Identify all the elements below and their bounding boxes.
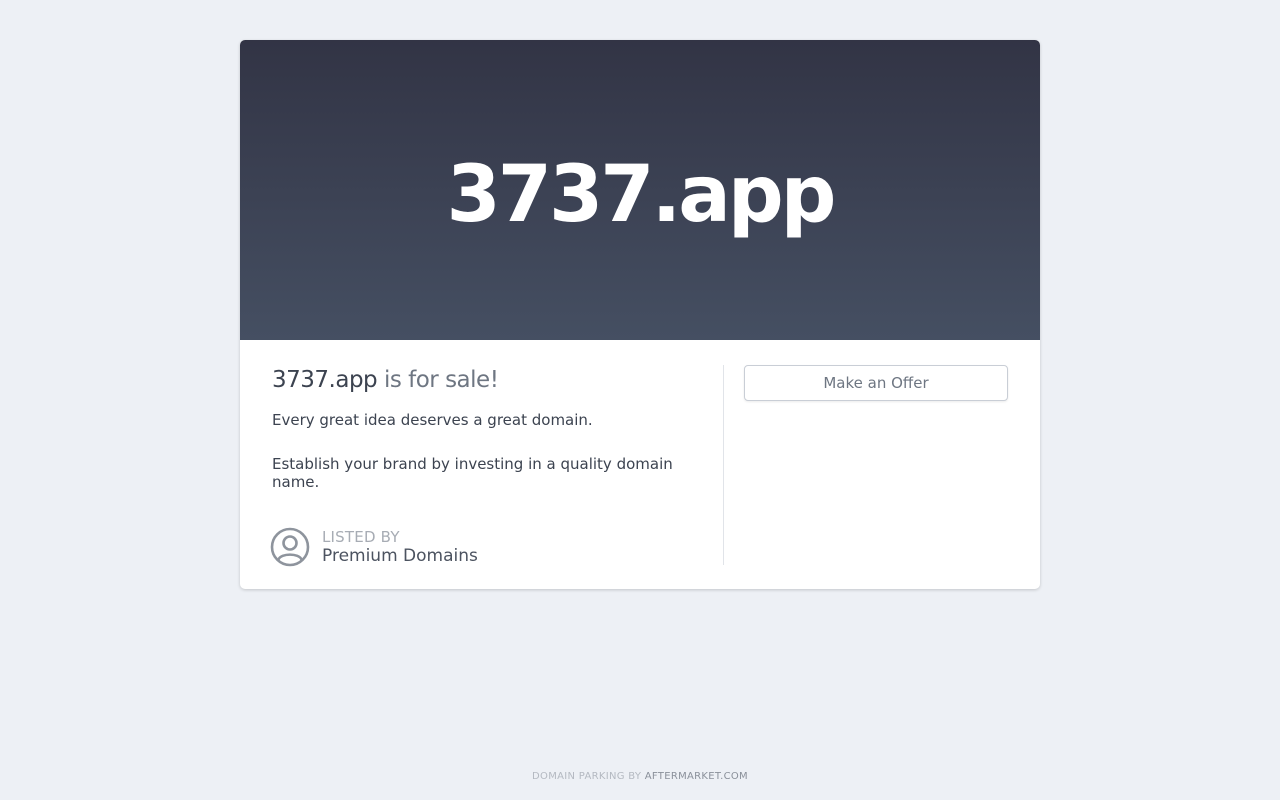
sale-domain: 3737.app [272, 367, 378, 393]
footer-prefix: DOMAIN PARKING BY [532, 771, 645, 782]
card-body: 3737.app is for sale! Every great idea d… [240, 340, 1040, 589]
aftermarket-link[interactable]: AFTERMARKET.COM [645, 771, 748, 782]
user-circle-icon [270, 527, 310, 567]
listed-by-label: LISTED BY [322, 528, 400, 546]
tagline: Every great idea deserves a great domain… [272, 411, 593, 429]
sale-info: 3737.app is for sale! Every great idea d… [272, 365, 722, 491]
domain-card: 3737.app 3737.app is for sale! Every gre… [240, 40, 1040, 589]
seller-name: Premium Domains [322, 546, 478, 566]
offer-panel: Make an Offer [744, 365, 1008, 401]
sale-heading: 3737.app is for sale! [272, 365, 722, 395]
brand-pitch: Establish your brand by investing in a q… [272, 455, 673, 491]
column-divider [723, 365, 724, 565]
listed-by: LISTED BY Premium Domains [270, 527, 478, 567]
hero-domain-title: 3737.app [446, 150, 836, 240]
hero-banner: 3737.app [240, 40, 1040, 340]
listed-by-text: LISTED BY Premium Domains [322, 528, 478, 566]
footer: DOMAIN PARKING BY AFTERMARKET.COM [0, 771, 1280, 782]
sale-suffix: is for sale! [377, 367, 499, 393]
make-offer-button[interactable]: Make an Offer [744, 365, 1008, 401]
